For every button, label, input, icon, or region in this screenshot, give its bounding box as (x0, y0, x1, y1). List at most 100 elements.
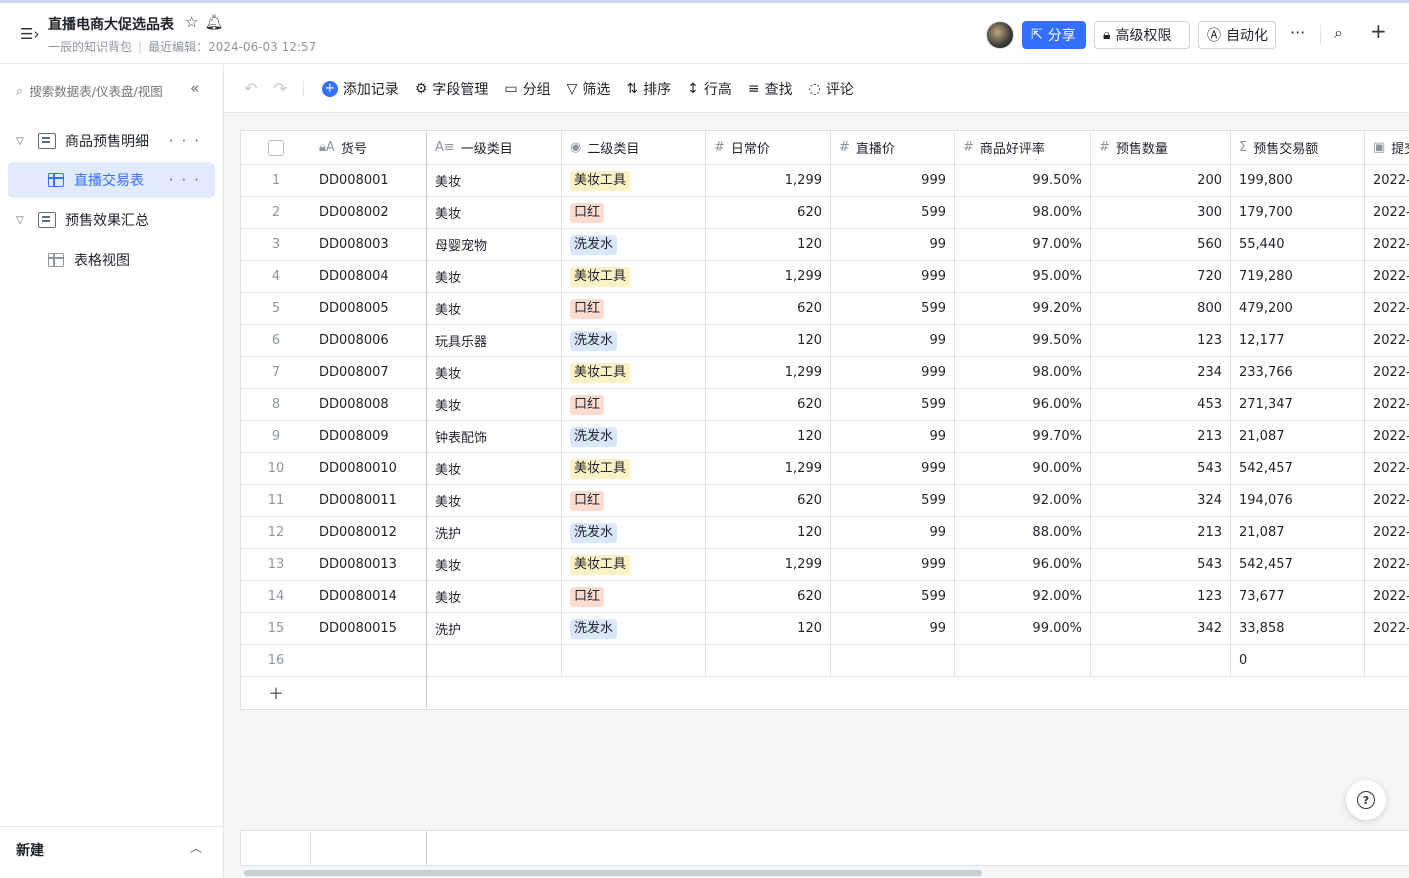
cell-price[interactable]: 120 (706, 421, 831, 452)
cell-live-price[interactable] (831, 645, 955, 676)
cell-rating[interactable] (955, 645, 1091, 676)
doc-owner[interactable]: 一辰的知识背包 (48, 40, 132, 54)
cell-qty[interactable]: 234 (1091, 357, 1231, 388)
cell-qty[interactable]: 720 (1091, 261, 1231, 292)
cell-live-price[interactable]: 99 (831, 421, 955, 452)
chevron-down-icon[interactable]: ▽ (16, 136, 32, 147)
cell-cat1[interactable]: 美妆 (427, 389, 562, 420)
sort-button[interactable]: ⇅ 排序 (618, 75, 679, 103)
cell-rating[interactable]: 99.50% (955, 325, 1091, 356)
cell-date[interactable]: 2022- (1365, 229, 1409, 260)
cell-rating[interactable]: 96.00% (955, 549, 1091, 580)
cell-price[interactable]: 620 (706, 197, 831, 228)
cell-amount[interactable]: 542,457 (1231, 453, 1365, 484)
cell-date[interactable]: 2022- (1365, 581, 1409, 612)
cell-live-price[interactable]: 599 (831, 389, 955, 420)
sidebar-item-grid-view[interactable]: 表格视图 (8, 242, 215, 278)
find-button[interactable]: ≡ 查找 (740, 75, 801, 103)
cell-amount[interactable]: 179,700 (1231, 197, 1365, 228)
cell-no[interactable]: DD008009 (311, 421, 427, 452)
cell-qty[interactable]: 213 (1091, 517, 1231, 548)
cell-qty[interactable]: 123 (1091, 325, 1231, 356)
bell-icon[interactable]: 🔔︎ (204, 13, 223, 31)
cell-no[interactable]: DD0080013 (311, 549, 427, 580)
cell-price[interactable]: 620 (706, 485, 831, 516)
cell-date[interactable]: 2022- (1365, 197, 1409, 228)
cell-cat2[interactable]: 口红 (562, 389, 706, 420)
cell-cat2[interactable]: 美妆工具 (562, 165, 706, 196)
horizontal-scrollbar[interactable] (244, 870, 982, 876)
cell-rating[interactable]: 92.00% (955, 485, 1091, 516)
table-row[interactable]: 8 DD008008 美妆 口红 620 599 96.00% 453 271,347 2022- (241, 389, 1409, 421)
column-header-cat2[interactable]: ◉ 二级类目 (562, 131, 706, 164)
cell-qty[interactable]: 200 (1091, 165, 1231, 196)
cell-no[interactable] (311, 645, 427, 676)
cell-amount[interactable]: 479,200 (1231, 293, 1365, 324)
avatar[interactable] (986, 21, 1014, 49)
column-header-amount[interactable]: Σ 预售交易额 (1231, 131, 1365, 164)
table-row[interactable]: 9 DD008009 钟表配饰 洗发水 120 99 99.70% 213 21,087 2022… (241, 421, 1409, 453)
cell-amount[interactable]: 12,177 (1231, 325, 1365, 356)
help-button[interactable]: ? (1346, 780, 1386, 820)
column-header-live-price[interactable]: # 直播价 (831, 131, 955, 164)
cell-no[interactable]: DD0080015 (311, 613, 427, 644)
cell-qty[interactable]: 123 (1091, 581, 1231, 612)
cell-live-price[interactable]: 99 (831, 229, 955, 260)
table-row[interactable]: 6 DD008006 玩具乐器 洗发水 120 99 99.50% 123 12,177 2022… (241, 325, 1409, 357)
column-header-no[interactable]: 🔒︎A 货号 (311, 131, 427, 164)
add-record-button[interactable]: + 添加记录 (314, 75, 407, 103)
cell-no[interactable]: DD008005 (311, 293, 427, 324)
collapse-sidebar-icon[interactable]: « (190, 79, 199, 97)
cell-live-price[interactable]: 599 (831, 197, 955, 228)
cell-amount[interactable]: 233,766 (1231, 357, 1365, 388)
cell-date[interactable]: 2022- (1365, 549, 1409, 580)
cell-qty[interactable]: 213 (1091, 421, 1231, 452)
cell-rating[interactable]: 99.00% (955, 613, 1091, 644)
cell-date[interactable]: 2022- (1365, 325, 1409, 356)
more-icon[interactable]: ··· (169, 171, 207, 189)
cell-date[interactable]: 2022- (1365, 261, 1409, 292)
cell-date[interactable]: 2022- (1365, 293, 1409, 324)
cell-rating[interactable]: 99.20% (955, 293, 1091, 324)
undo-icon[interactable]: ↶ (244, 79, 257, 98)
cell-amount[interactable]: 0 (1231, 645, 1365, 676)
cell-date[interactable]: 2022- (1365, 485, 1409, 516)
cell-price[interactable]: 120 (706, 229, 831, 260)
cell-cat2[interactable]: 美妆工具 (562, 261, 706, 292)
cell-amount[interactable]: 199,800 (1231, 165, 1365, 196)
cell-qty[interactable]: 324 (1091, 485, 1231, 516)
cell-cat1[interactable]: 美妆 (427, 549, 562, 580)
cell-cat1[interactable] (427, 645, 562, 676)
cell-live-price[interactable]: 599 (831, 293, 955, 324)
cell-price[interactable]: 120 (706, 325, 831, 356)
cell-cat2[interactable]: 洗发水 (562, 325, 706, 356)
redo-icon[interactable]: ↷ (273, 79, 286, 98)
cell-rating[interactable]: 99.70% (955, 421, 1091, 452)
cell-live-price[interactable]: 599 (831, 485, 955, 516)
cell-amount[interactable]: 33,858 (1231, 613, 1365, 644)
cell-cat1[interactable]: 美妆 (427, 293, 562, 324)
table-row[interactable]: 16 0 (241, 645, 1409, 677)
cell-date[interactable]: 2022- (1365, 517, 1409, 548)
row-height-button[interactable]: ↕ 行高 (679, 75, 740, 103)
cell-qty[interactable]: 543 (1091, 453, 1231, 484)
new-button[interactable]: 新建 (16, 840, 44, 860)
automation-button[interactable]: Ⓐ 自动化 (1198, 21, 1276, 49)
cell-price[interactable]: 620 (706, 581, 831, 612)
table-row[interactable]: 15 DD0080015 洗护 洗发水 120 99 99.00% 342 33,858 2022… (241, 613, 1409, 645)
share-button[interactable]: ⇱ 分享 (1022, 21, 1086, 49)
cell-price[interactable] (706, 645, 831, 676)
sidebar-item-live-trade[interactable]: 直播交易表 ··· (8, 162, 215, 198)
cell-cat1[interactable]: 母婴宠物 (427, 229, 562, 260)
cell-live-price[interactable]: 599 (831, 581, 955, 612)
cell-rating[interactable]: 96.00% (955, 389, 1091, 420)
cell-amount[interactable]: 271,347 (1231, 389, 1365, 420)
table-row[interactable]: 13 DD0080013 美妆 美妆工具 1,299 999 96.00% 543 542,45… (241, 549, 1409, 581)
cell-date[interactable]: 2022- (1365, 453, 1409, 484)
cell-date[interactable] (1365, 645, 1409, 676)
cell-live-price[interactable]: 999 (831, 261, 955, 292)
table-row[interactable]: 5 DD008005 美妆 口红 620 599 99.20% 800 479,200 2022- (241, 293, 1409, 325)
sidebar-search-input[interactable] (29, 83, 178, 99)
star-icon[interactable]: ☆ (185, 13, 198, 31)
cell-date[interactable]: 2022- (1365, 357, 1409, 388)
